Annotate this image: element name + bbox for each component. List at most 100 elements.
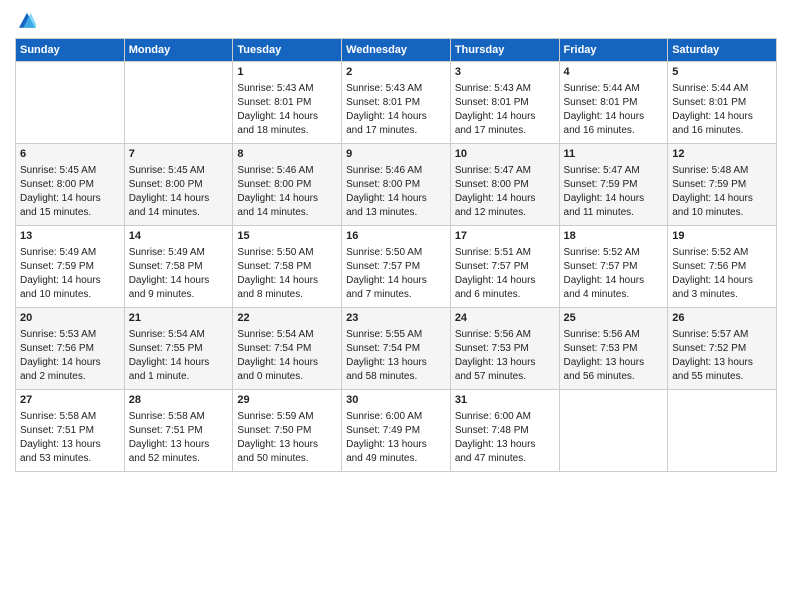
day-info: Daylight: 13 hours and 56 minutes. bbox=[564, 356, 664, 384]
day-info: Daylight: 14 hours and 12 minutes. bbox=[455, 192, 555, 220]
day-number: 12 bbox=[672, 147, 772, 162]
day-info: Sunrise: 5:58 AM bbox=[129, 410, 229, 424]
day-info: Daylight: 14 hours and 9 minutes. bbox=[129, 274, 229, 302]
day-number: 7 bbox=[129, 147, 229, 162]
day-info: Daylight: 14 hours and 1 minute. bbox=[129, 356, 229, 384]
calendar-cell: 4Sunrise: 5:44 AMSunset: 8:01 PMDaylight… bbox=[559, 62, 668, 144]
day-info: Sunset: 7:49 PM bbox=[346, 424, 446, 438]
day-info: Sunset: 7:57 PM bbox=[346, 260, 446, 274]
day-info: Daylight: 14 hours and 11 minutes. bbox=[564, 192, 664, 220]
day-number: 11 bbox=[564, 147, 664, 162]
day-info: Sunrise: 5:54 AM bbox=[237, 328, 337, 342]
day-info: Sunrise: 5:45 AM bbox=[20, 164, 120, 178]
day-number: 29 bbox=[237, 393, 337, 408]
day-info: Sunset: 7:53 PM bbox=[564, 342, 664, 356]
day-number: 26 bbox=[672, 311, 772, 326]
calendar-cell: 26Sunrise: 5:57 AMSunset: 7:52 PMDayligh… bbox=[668, 308, 777, 390]
day-number: 20 bbox=[20, 311, 120, 326]
day-info: Daylight: 14 hours and 18 minutes. bbox=[237, 110, 337, 138]
calendar-cell: 17Sunrise: 5:51 AMSunset: 7:57 PMDayligh… bbox=[450, 226, 559, 308]
day-info: Sunset: 7:58 PM bbox=[129, 260, 229, 274]
calendar-cell: 24Sunrise: 5:56 AMSunset: 7:53 PMDayligh… bbox=[450, 308, 559, 390]
day-number: 15 bbox=[237, 229, 337, 244]
day-info: Daylight: 13 hours and 57 minutes. bbox=[455, 356, 555, 384]
day-info: Sunset: 7:51 PM bbox=[20, 424, 120, 438]
day-number: 19 bbox=[672, 229, 772, 244]
calendar-cell: 18Sunrise: 5:52 AMSunset: 7:57 PMDayligh… bbox=[559, 226, 668, 308]
day-header-sunday: Sunday bbox=[16, 39, 125, 62]
calendar-week-2: 6Sunrise: 5:45 AMSunset: 8:00 PMDaylight… bbox=[16, 144, 777, 226]
day-header-monday: Monday bbox=[124, 39, 233, 62]
day-header-saturday: Saturday bbox=[668, 39, 777, 62]
calendar-cell: 28Sunrise: 5:58 AMSunset: 7:51 PMDayligh… bbox=[124, 390, 233, 472]
day-info: Sunrise: 5:46 AM bbox=[346, 164, 446, 178]
day-info: Sunrise: 5:48 AM bbox=[672, 164, 772, 178]
day-info: Sunrise: 5:58 AM bbox=[20, 410, 120, 424]
day-info: Sunset: 8:00 PM bbox=[237, 178, 337, 192]
day-info: Daylight: 13 hours and 52 minutes. bbox=[129, 438, 229, 466]
day-number: 3 bbox=[455, 65, 555, 80]
day-info: Sunrise: 5:50 AM bbox=[237, 246, 337, 260]
day-number: 6 bbox=[20, 147, 120, 162]
day-number: 31 bbox=[455, 393, 555, 408]
calendar-cell: 9Sunrise: 5:46 AMSunset: 8:00 PMDaylight… bbox=[342, 144, 451, 226]
day-number: 16 bbox=[346, 229, 446, 244]
day-info: Daylight: 14 hours and 16 minutes. bbox=[564, 110, 664, 138]
calendar-cell: 30Sunrise: 6:00 AMSunset: 7:49 PMDayligh… bbox=[342, 390, 451, 472]
day-info: Daylight: 14 hours and 10 minutes. bbox=[20, 274, 120, 302]
calendar-cell: 31Sunrise: 6:00 AMSunset: 7:48 PMDayligh… bbox=[450, 390, 559, 472]
day-info: Sunset: 7:59 PM bbox=[20, 260, 120, 274]
calendar-cell: 12 Sunrise: 5:48 AMSunset: 7:59 PMDayligh… bbox=[668, 144, 777, 226]
day-info: Sunrise: 5:50 AM bbox=[346, 246, 446, 260]
day-info: Sunrise: 5:55 AM bbox=[346, 328, 446, 342]
day-info: Sunrise: 5:49 AM bbox=[129, 246, 229, 260]
calendar-week-3: 13Sunrise: 5:49 AMSunset: 7:59 PMDayligh… bbox=[16, 226, 777, 308]
day-info: Sunset: 8:00 PM bbox=[20, 178, 120, 192]
day-info: Sunset: 7:56 PM bbox=[672, 260, 772, 274]
day-info: Sunset: 7:57 PM bbox=[455, 260, 555, 274]
calendar-cell: 22Sunrise: 5:54 AMSunset: 7:54 PMDayligh… bbox=[233, 308, 342, 390]
calendar-cell: 1Sunrise: 5:43 AMSunset: 8:01 PMDaylight… bbox=[233, 62, 342, 144]
day-info: Sunrise: 5:56 AM bbox=[564, 328, 664, 342]
day-number: 8 bbox=[237, 147, 337, 162]
day-info: Sunset: 8:01 PM bbox=[564, 96, 664, 110]
day-number: 25 bbox=[564, 311, 664, 326]
calendar-cell: 20Sunrise: 5:53 AMSunset: 7:56 PMDayligh… bbox=[16, 308, 125, 390]
day-info: Sunrise: 5:54 AM bbox=[129, 328, 229, 342]
day-info: Sunset: 7:50 PM bbox=[237, 424, 337, 438]
day-info: Daylight: 13 hours and 58 minutes. bbox=[346, 356, 446, 384]
calendar-week-4: 20Sunrise: 5:53 AMSunset: 7:56 PMDayligh… bbox=[16, 308, 777, 390]
day-info: Sunset: 8:00 PM bbox=[346, 178, 446, 192]
day-number: 28 bbox=[129, 393, 229, 408]
calendar-cell: 6Sunrise: 5:45 AMSunset: 8:00 PMDaylight… bbox=[16, 144, 125, 226]
calendar-cell: 19Sunrise: 5:52 AMSunset: 7:56 PMDayligh… bbox=[668, 226, 777, 308]
day-info: Daylight: 14 hours and 14 minutes. bbox=[237, 192, 337, 220]
calendar-cell bbox=[16, 62, 125, 144]
day-info: Sunset: 8:00 PM bbox=[455, 178, 555, 192]
day-info: Daylight: 14 hours and 7 minutes. bbox=[346, 274, 446, 302]
day-info: Daylight: 14 hours and 17 minutes. bbox=[455, 110, 555, 138]
day-info: Daylight: 14 hours and 8 minutes. bbox=[237, 274, 337, 302]
day-info: Daylight: 14 hours and 17 minutes. bbox=[346, 110, 446, 138]
calendar-cell: 13Sunrise: 5:49 AMSunset: 7:59 PMDayligh… bbox=[16, 226, 125, 308]
day-info: Sunset: 7:58 PM bbox=[237, 260, 337, 274]
day-info: Sunrise: 5:43 AM bbox=[346, 82, 446, 96]
day-info: Sunrise: 5:57 AM bbox=[672, 328, 772, 342]
day-info: Sunrise: 5:56 AM bbox=[455, 328, 555, 342]
calendar-cell: 27Sunrise: 5:58 AMSunset: 7:51 PMDayligh… bbox=[16, 390, 125, 472]
header bbox=[15, 10, 777, 30]
day-info: Sunset: 7:53 PM bbox=[455, 342, 555, 356]
day-info: Sunset: 7:59 PM bbox=[564, 178, 664, 192]
calendar-cell: 14 Sunrise: 5:49 AMSunset: 7:58 PMDayligh… bbox=[124, 226, 233, 308]
day-info: Sunset: 7:54 PM bbox=[346, 342, 446, 356]
day-number: 14 bbox=[129, 229, 229, 244]
day-number: 1 bbox=[237, 65, 337, 80]
day-info: Sunrise: 5:43 AM bbox=[455, 82, 555, 96]
day-info: Sunset: 8:01 PM bbox=[237, 96, 337, 110]
day-info: Daylight: 14 hours and 10 minutes. bbox=[672, 192, 772, 220]
day-info: Sunset: 8:00 PM bbox=[129, 178, 229, 192]
day-number: 17 bbox=[455, 229, 555, 244]
calendar-cell bbox=[124, 62, 233, 144]
calendar-table: SundayMondayTuesdayWednesdayThursdayFrid… bbox=[15, 38, 777, 472]
day-info: Sunset: 7:59 PM bbox=[672, 178, 772, 192]
